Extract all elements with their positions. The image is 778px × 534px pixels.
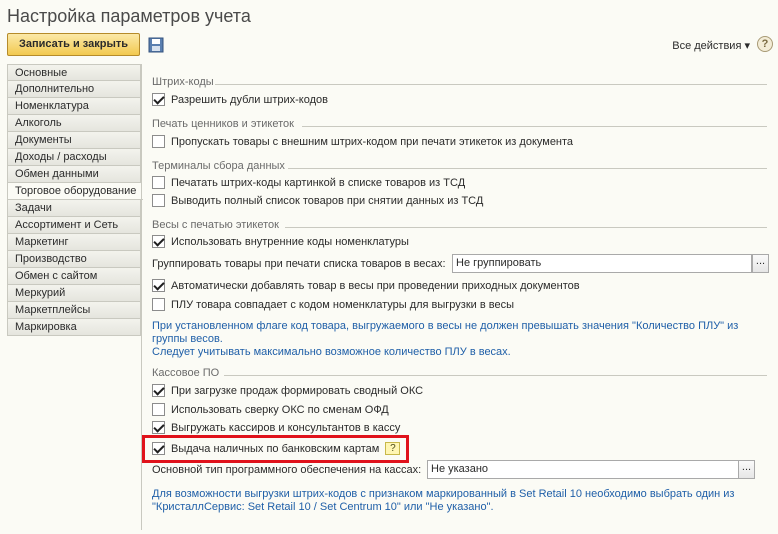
software-label: Основной тип программного обеспечения на… [152, 464, 422, 476]
print-barcodes-label: Печатать штрих-коды картинкой в списке т… [171, 176, 466, 189]
section-title-labels: Печать ценников и этикеток [152, 118, 294, 130]
internal-codes-label: Использовать внутренние коды номенклатур… [171, 235, 409, 248]
settings-sidebar: Основные Дополнительно Номенклатура Алко… [7, 64, 143, 336]
sidebar-item-marketplaces[interactable]: Маркетплейсы [7, 302, 141, 319]
sidebar-item-production[interactable]: Производство [7, 251, 141, 268]
export-cashiers-label: Выгружать кассиров и консультантов в кас… [171, 421, 401, 434]
sidebar-item-additional[interactable]: Дополнительно [7, 81, 141, 98]
cash-note-line1: Для возможности выгрузки штрих-кодов с п… [152, 488, 735, 500]
scales-note-line3: Следует учитывать максимально возможное … [152, 346, 511, 358]
section-title-scales: Весы с печатью этикеток [152, 219, 279, 231]
save-disk-icon[interactable] [148, 37, 164, 53]
sidebar-item-data-exchange[interactable]: Обмен данными [7, 166, 141, 183]
group-select-button[interactable]: ... [752, 254, 769, 273]
sidebar-item-trade-equipment[interactable]: Торговое оборудование [7, 183, 143, 200]
cash-withdrawal-checkbox[interactable] [152, 442, 165, 455]
scales-note-line1: При установленном флаге код товара, выгр… [152, 320, 739, 332]
scales-note-line2: группы весов. [152, 333, 223, 345]
hint-icon[interactable]: ? [385, 442, 401, 455]
sidebar-item-alcohol[interactable]: Алкоголь [7, 115, 141, 132]
skip-external-label: Пропускать товары с внешним штрих-кодом … [171, 135, 574, 148]
internal-codes-row[interactable]: Использовать внутренние коды номенклатур… [152, 235, 409, 248]
help-icon[interactable]: ? [757, 36, 773, 52]
auto-add-label: Автоматически добавлять товар в весы при… [171, 279, 580, 292]
auto-add-checkbox[interactable] [152, 279, 165, 292]
summary-oks-checkbox[interactable] [152, 384, 165, 397]
sidebar-item-nomenclature[interactable]: Номенклатура [7, 98, 141, 115]
reconcile-ofd-row[interactable]: Использовать сверку ОКС по сменам ОФД [152, 403, 389, 416]
print-barcodes-row[interactable]: Печатать штрих-коды картинкой в списке т… [152, 176, 465, 189]
sidebar-item-labeling[interactable]: Маркировка [7, 319, 141, 336]
sidebar-item-marketing[interactable]: Маркетинг [7, 234, 141, 251]
allow-duplicates-checkbox[interactable] [152, 93, 165, 106]
sidebar-item-income-expenses[interactable]: Доходы / расходы [7, 149, 141, 166]
full-list-row[interactable]: Выводить полный список товаров при сняти… [152, 194, 483, 207]
section-divider [215, 84, 767, 85]
export-cashiers-checkbox[interactable] [152, 421, 165, 434]
group-select-field[interactable]: Не группировать [452, 254, 752, 273]
reconcile-ofd-label: Использовать сверку ОКС по сменам ОФД [171, 403, 389, 416]
page-title: Настройка параметров учета [7, 6, 251, 26]
reconcile-ofd-checkbox[interactable] [152, 403, 165, 416]
section-title-cash: Кассовое ПО [152, 367, 220, 379]
section-divider [288, 168, 767, 169]
full-list-checkbox[interactable] [152, 194, 165, 207]
sidebar-item-mercury[interactable]: Меркурий [7, 285, 141, 302]
plu-match-row[interactable]: ПЛУ товара совпадает с кодом номенклатур… [152, 298, 514, 311]
section-title-barcodes: Штрих-коды [152, 76, 214, 88]
sidebar-item-tasks[interactable]: Задачи [7, 200, 141, 217]
export-cashiers-row[interactable]: Выгружать кассиров и консультантов в кас… [152, 421, 400, 434]
cash-withdrawal-row[interactable]: Выдача наличных по банковским картам ? [152, 442, 401, 455]
sidebar-item-assortment[interactable]: Ассортимент и Сеть [7, 217, 141, 234]
settings-content: Штрих-коды Разрешить дубли штрих-кодов П… [141, 64, 777, 530]
group-label: Группировать товары при печати списка то… [152, 258, 446, 270]
software-select-field[interactable]: Не указано [427, 460, 739, 479]
summary-oks-label: При загрузке продаж формировать сводный … [171, 384, 424, 397]
cash-note-line2: "КристаллСервис: Set Retail 10 / Set Cen… [152, 501, 494, 513]
plu-match-label: ПЛУ товара совпадает с кодом номенклатур… [171, 298, 514, 311]
sidebar-item-site-exchange[interactable]: Обмен с сайтом [7, 268, 141, 285]
full-list-label: Выводить полный список товаров при сняти… [171, 194, 484, 207]
section-divider [285, 227, 767, 228]
internal-codes-checkbox[interactable] [152, 235, 165, 248]
plu-match-checkbox[interactable] [152, 298, 165, 311]
summary-oks-row[interactable]: При загрузке продаж формировать сводный … [152, 384, 423, 397]
all-actions-menu[interactable]: Все действия ▾ [672, 39, 750, 52]
software-select-button[interactable]: ... [738, 460, 755, 479]
section-divider [302, 126, 767, 127]
allow-duplicates-row[interactable]: Разрешить дубли штрих-кодов [152, 93, 328, 106]
section-title-tsd: Терминалы сбора данных [152, 160, 285, 172]
sidebar-item-documents[interactable]: Документы [7, 132, 141, 149]
auto-add-row[interactable]: Автоматически добавлять товар в весы при… [152, 279, 580, 292]
cash-withdrawal-label: Выдача наличных по банковским картам [171, 442, 380, 455]
section-divider [224, 375, 767, 376]
sidebar-item-main[interactable]: Основные [7, 64, 141, 81]
save-and-close-button[interactable]: Записать и закрыть [7, 33, 140, 56]
skip-external-checkbox[interactable] [152, 135, 165, 148]
allow-duplicates-label: Разрешить дубли штрих-кодов [171, 93, 328, 106]
print-barcodes-checkbox[interactable] [152, 176, 165, 189]
skip-external-row[interactable]: Пропускать товары с внешним штрих-кодом … [152, 135, 573, 148]
